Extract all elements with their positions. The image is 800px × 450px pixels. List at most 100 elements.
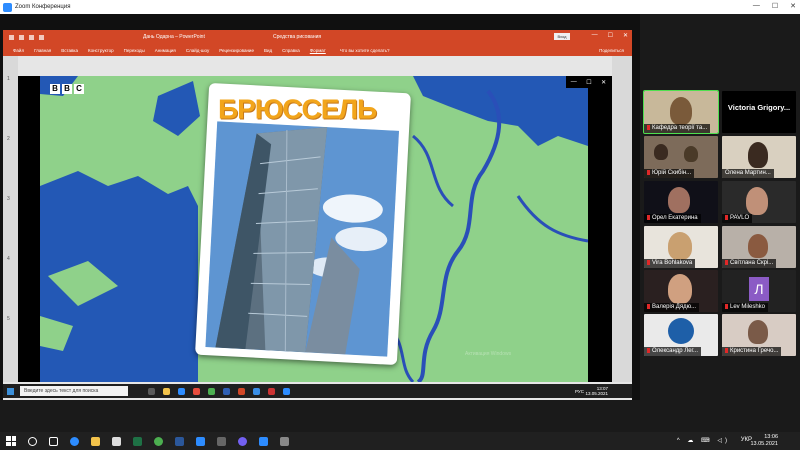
participant-video xyxy=(668,274,692,304)
scrollbar[interactable] xyxy=(612,56,632,382)
close-icon[interactable]: ✕ xyxy=(790,2,796,10)
minimize-icon[interactable]: — xyxy=(571,79,577,85)
present-icon[interactable] xyxy=(39,34,44,40)
tab-format[interactable]: Формат xyxy=(310,48,326,53)
app-icon[interactable] xyxy=(280,436,289,446)
muted-mic-icon xyxy=(725,214,728,220)
keyboard-language[interactable]: РУС xyxy=(575,389,584,394)
participant-tile[interactable]: Victoria Grigory... xyxy=(722,91,796,133)
tab-transitions[interactable]: Переходы xyxy=(124,48,145,53)
shared-clock[interactable]: 13:07 13.05.2021 xyxy=(585,386,608,396)
tab-review[interactable]: Рецензирование xyxy=(219,48,254,53)
participant-tile[interactable]: Орел Екатерина xyxy=(644,181,718,223)
muted-mic-icon xyxy=(647,347,650,353)
powerpoint-document-title: Дань Одарна – PowerPoint xyxy=(143,34,205,40)
edge-icon[interactable] xyxy=(70,436,79,446)
zoom-titlebar: Zoom Конференция — ☐ ✕ xyxy=(0,0,800,14)
share-button[interactable]: Поделиться xyxy=(599,48,624,53)
maximize-icon[interactable]: ☐ xyxy=(772,2,778,10)
participant-tile[interactable]: Кристина Гречо... xyxy=(722,314,796,356)
store-icon[interactable] xyxy=(112,436,121,446)
participant-name: Олександр Лег... xyxy=(644,347,702,356)
participant-video xyxy=(748,320,768,344)
word-icon[interactable] xyxy=(223,387,230,395)
participant-video xyxy=(654,144,668,160)
minimize-icon[interactable]: — xyxy=(592,32,598,39)
participant-video xyxy=(668,187,690,213)
participant-tile[interactable]: Олександр Лег... xyxy=(644,314,718,356)
participant-name: Орел Екатерина xyxy=(644,214,701,223)
edge-icon[interactable] xyxy=(178,387,185,395)
undo-icon[interactable] xyxy=(19,34,24,40)
taskbar-clock[interactable]: 13:06 13.05.2021 xyxy=(750,434,778,448)
clock-date: 13.05.2021 xyxy=(750,441,778,447)
maximize-icon[interactable]: ☐ xyxy=(586,79,591,86)
tab-slideshow[interactable]: Слайд-шоу xyxy=(186,48,209,53)
save-icon[interactable] xyxy=(9,34,14,40)
participant-tile[interactable]: Валерія Дядю... xyxy=(644,270,718,312)
app-icon[interactable] xyxy=(259,436,268,446)
login-button[interactable]: Вход xyxy=(554,33,570,40)
minimize-icon[interactable]: — xyxy=(753,2,760,10)
app-icon[interactable] xyxy=(217,436,226,446)
participant-tile[interactable]: Юрій Скибін... xyxy=(644,136,718,178)
windows-start-icon[interactable] xyxy=(6,436,16,446)
word-icon[interactable] xyxy=(175,436,184,446)
tell-me-search[interactable]: Что вы хотите сделать? xyxy=(340,48,390,53)
powerpoint-icon[interactable] xyxy=(238,387,245,395)
app-icon[interactable] xyxy=(283,387,290,395)
participant-tile[interactable]: Л Lev Mileshko xyxy=(722,270,796,312)
muted-mic-icon xyxy=(725,303,728,309)
redo-icon[interactable] xyxy=(29,34,34,40)
zoom-icon[interactable] xyxy=(253,387,260,395)
participant-video xyxy=(748,142,768,168)
powerpoint-titlebar: Дань Одарна – PowerPoint Средства рисова… xyxy=(3,30,632,44)
participant-tile[interactable]: PAVLO xyxy=(722,181,796,223)
folder-icon[interactable] xyxy=(163,387,170,395)
close-icon[interactable]: ✕ xyxy=(623,32,628,39)
participant-tile[interactable]: Кафедра теорії та... xyxy=(643,90,719,134)
participant-gallery: Кафедра теорії та... Victoria Grigory...… xyxy=(640,14,800,400)
shared-taskbar-apps xyxy=(148,387,290,395)
maximize-icon[interactable]: ☐ xyxy=(608,32,613,39)
card-title: БРЮССЕЛЬ xyxy=(217,93,377,125)
task-view-icon[interactable] xyxy=(148,387,155,395)
tab-animations[interactable]: Анимация xyxy=(155,48,176,53)
system-tray[interactable]: ^ ☁ ⌨ ◁) xyxy=(677,437,730,444)
viber-icon[interactable] xyxy=(238,436,247,446)
zoom-icon[interactable] xyxy=(196,436,205,446)
participant-name: Світлана Скрі... xyxy=(722,259,777,268)
ruler-number: 2 xyxy=(7,136,10,142)
skyscraper-illustration xyxy=(205,121,400,357)
excel-icon[interactable] xyxy=(133,436,142,446)
task-view-icon[interactable] xyxy=(49,436,58,446)
chrome-icon[interactable] xyxy=(154,436,163,446)
opera-icon[interactable] xyxy=(193,387,200,395)
folder-icon[interactable] xyxy=(91,436,100,446)
tab-view[interactable]: Вид xyxy=(264,48,272,53)
letterbox-left xyxy=(18,76,40,382)
tab-home[interactable]: Главная xyxy=(34,48,51,53)
search-icon[interactable] xyxy=(28,436,37,446)
zoom-window-title: Zoom Конференция xyxy=(15,4,71,10)
app-icon[interactable] xyxy=(268,387,275,395)
tab-help[interactable]: Справка xyxy=(282,48,300,53)
postcard: БРЮССЕЛЬ xyxy=(195,82,411,366)
tab-file[interactable]: Файл xyxy=(13,48,24,53)
taskbar-search[interactable]: Введите здесь текст для поиска xyxy=(20,386,128,396)
chrome-icon[interactable] xyxy=(208,387,215,395)
letterbox-right xyxy=(588,76,612,382)
activation-watermark: Активация Windows xyxy=(465,351,512,357)
tab-insert[interactable]: Вставка xyxy=(61,48,78,53)
participant-video xyxy=(668,232,692,260)
windows-start-icon[interactable] xyxy=(7,387,14,395)
muted-mic-icon xyxy=(647,124,650,130)
participant-tile[interactable]: Світлана Скрі... xyxy=(722,226,796,268)
participant-name: Юрій Скибін... xyxy=(644,169,695,178)
participant-name: Валерія Дядю... xyxy=(644,303,700,312)
tab-design[interactable]: Конструктор xyxy=(88,48,114,53)
participant-avatar: Л xyxy=(749,277,769,301)
participant-tile[interactable]: Олена Мартин... xyxy=(722,136,796,178)
participant-tile[interactable]: Vira Bohlakova xyxy=(644,226,718,268)
close-icon[interactable]: ✕ xyxy=(601,79,606,86)
